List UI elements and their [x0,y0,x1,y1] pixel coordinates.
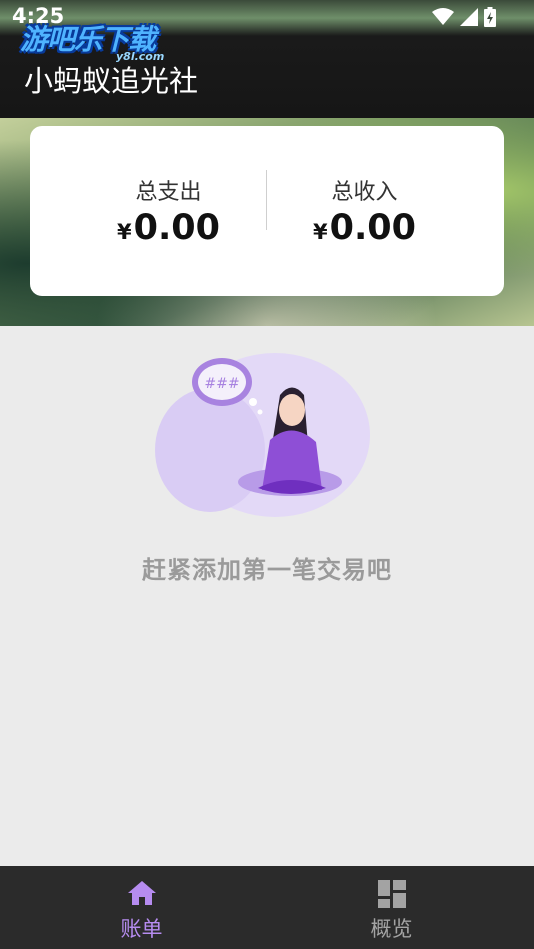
app-title: 小蚂蚁追光社 [24,64,199,98]
income-value: ¥0.00 [246,208,483,248]
signal-icon [460,8,478,30]
nav-tab-bills-label: 账单 [120,917,163,941]
empty-state-message: 赶紧添加第一笔交易吧 [142,556,392,584]
status-icons [432,7,496,31]
summary-card: 总支出 ¥0.00 总收入 ¥0.00 [30,126,504,296]
income-label: 总收入 [331,180,398,205]
nav-tab-overview-label: 概览 [370,917,413,941]
empty-state-illustration: ### [150,350,372,525]
battery-icon [484,7,496,31]
dashboard-icon [377,880,406,912]
expense-amount: 0.00 [133,208,220,248]
income-currency: ¥ [313,220,328,244]
wifi-icon [432,8,454,30]
nav-tab-overview[interactable]: 概览 [258,866,525,949]
expense-currency: ¥ [117,220,132,244]
svg-text:###: ### [204,376,239,392]
bottom-navigation: 账单 概览 [0,866,534,949]
income-amount: 0.00 [329,208,416,248]
income-summary: 总收入 ¥0.00 [246,126,483,296]
nav-tab-bills[interactable]: 账单 [8,866,275,949]
home-icon [127,880,157,910]
